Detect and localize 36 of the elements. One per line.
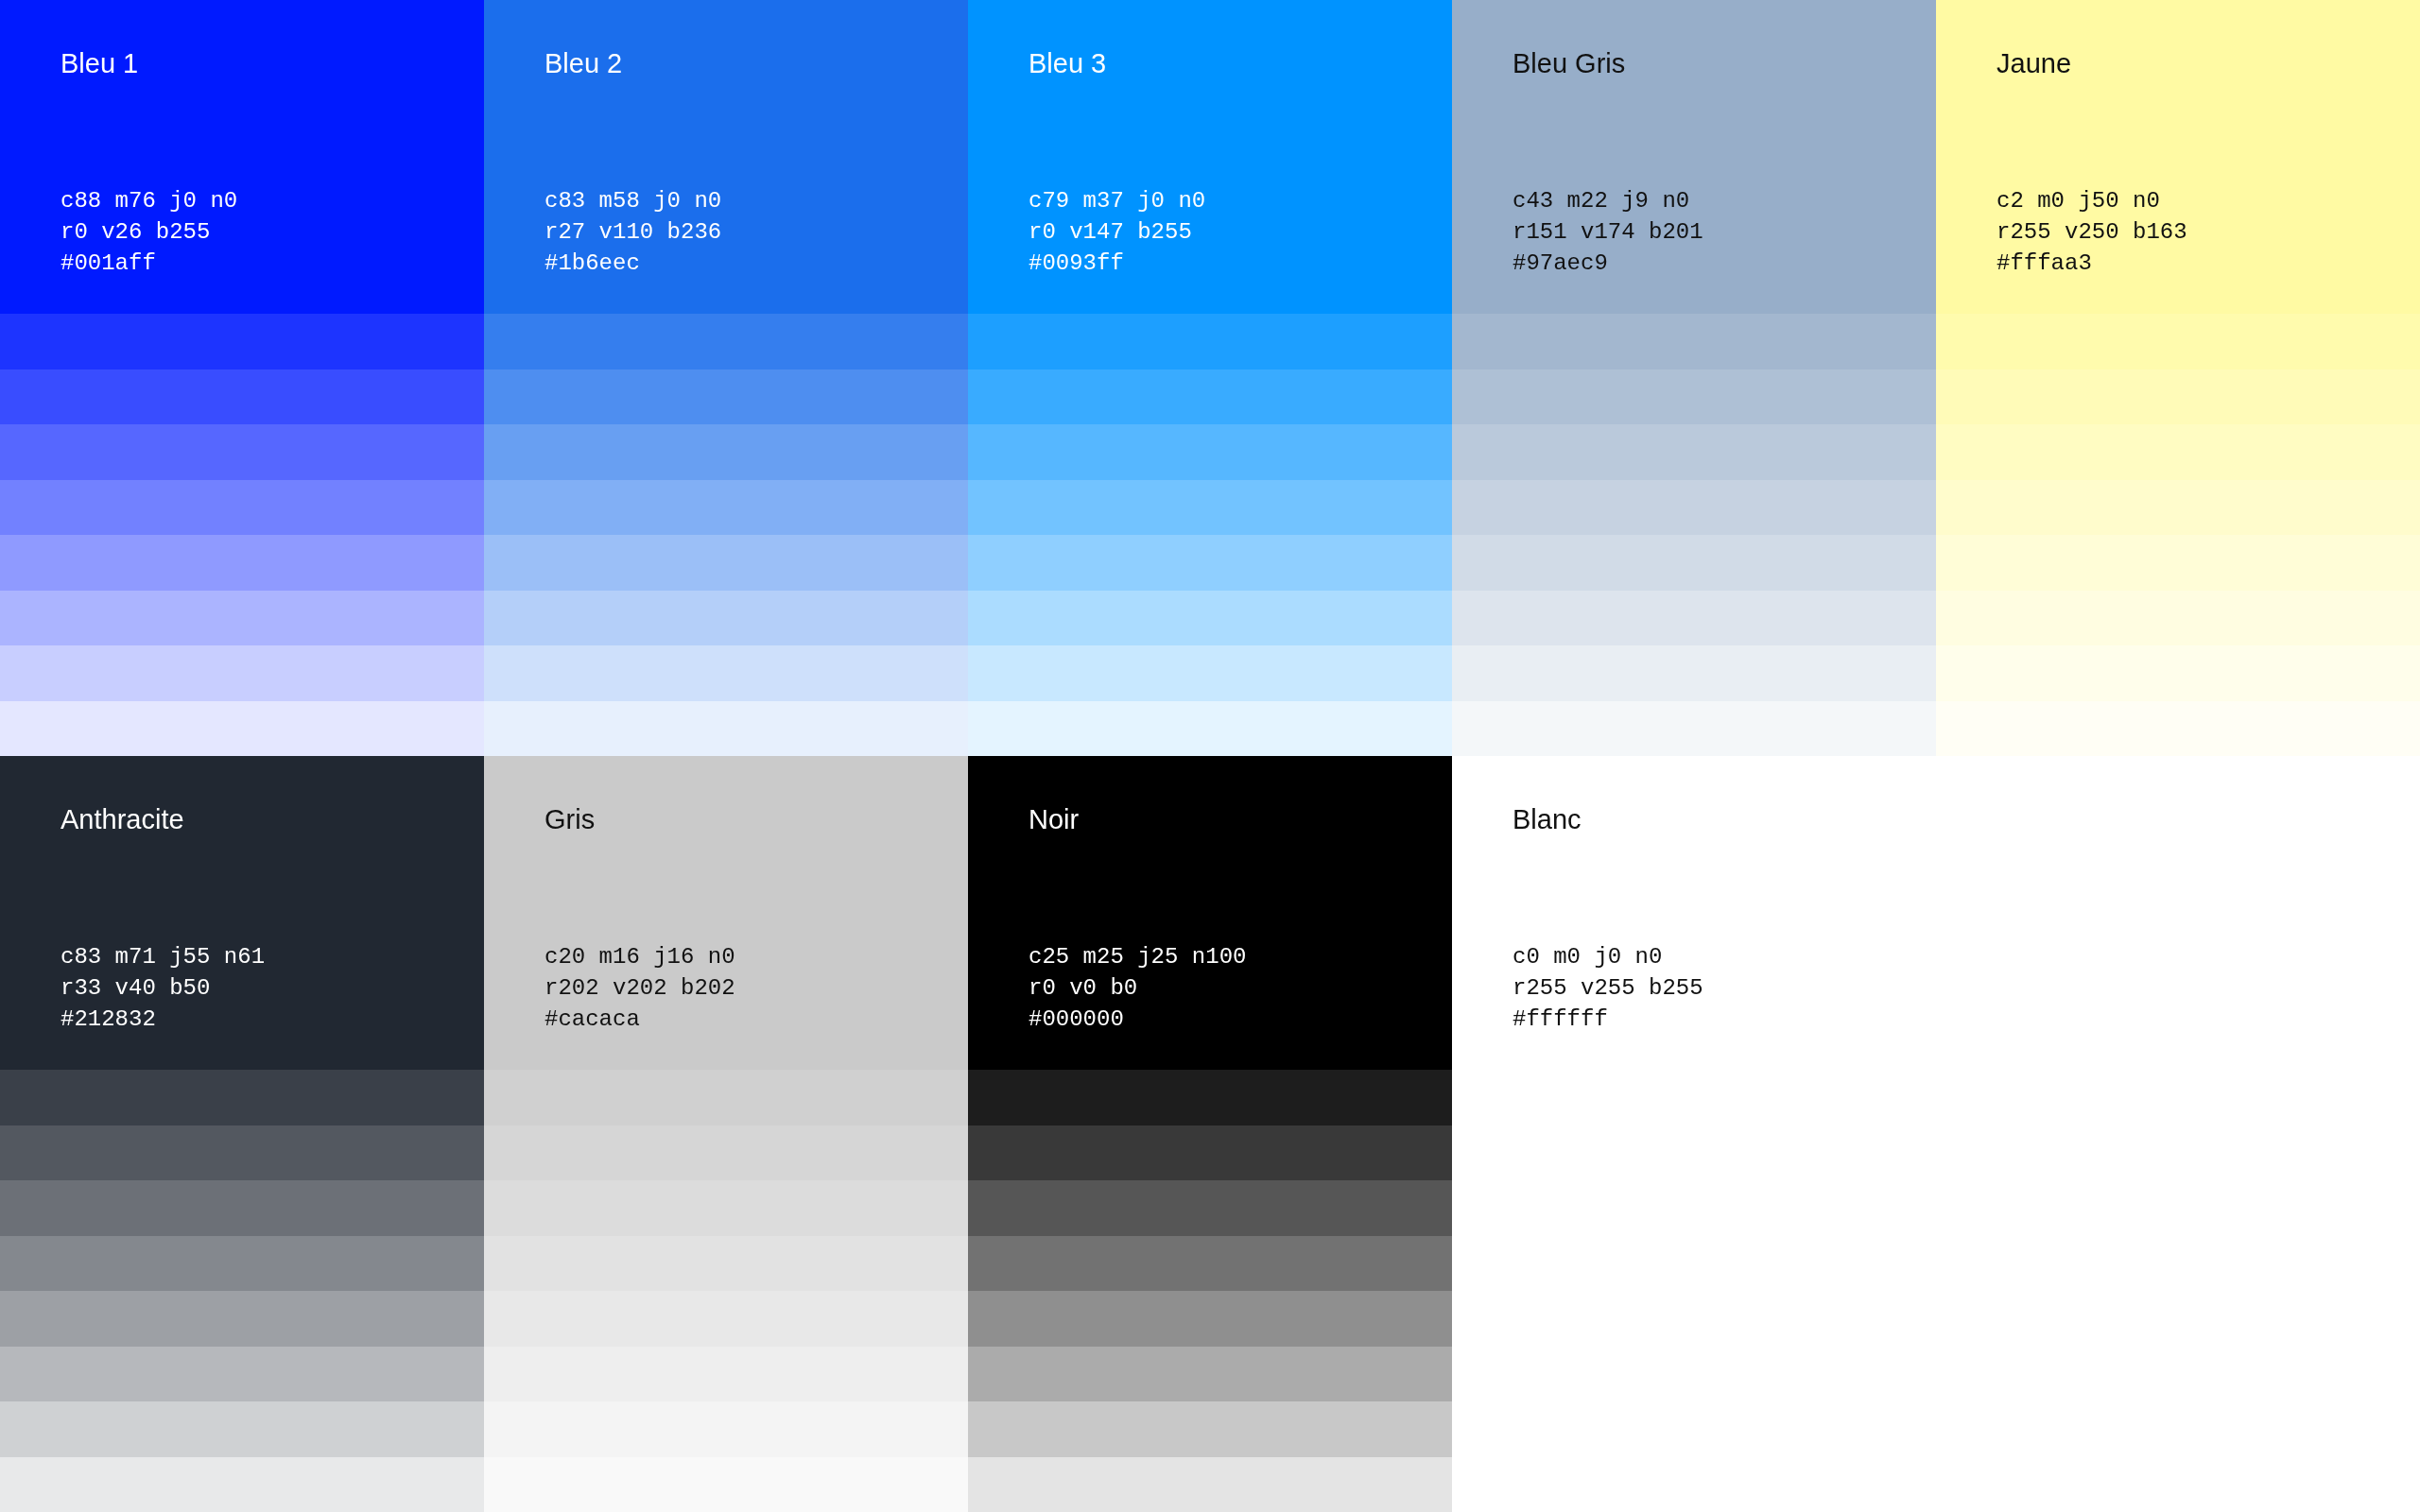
rgb-values: r151 v174 b201 (1512, 218, 1704, 247)
rgb-values: r255 v250 b163 (1996, 218, 2188, 247)
swatch-name: Bleu 1 (60, 47, 140, 79)
hex-code: #001aff (60, 249, 157, 278)
swatch-name: Noir (1028, 803, 1080, 835)
cmyk-values: c2 m0 j50 n0 (1996, 187, 2161, 215)
cmyk-values: c20 m16 j16 n0 (544, 943, 736, 971)
hex-code: #0093ff (1028, 249, 1125, 278)
hex-code: #212832 (60, 1005, 157, 1034)
rgb-values: r255 v255 b255 (1512, 974, 1704, 1003)
cmyk-values: c0 m0 j0 n0 (1512, 943, 1664, 971)
swatch-name: Anthracite (60, 803, 185, 835)
cmyk-values: c83 m58 j0 n0 (544, 187, 723, 215)
swatch-name: Blanc (1512, 803, 1582, 835)
swatch-name: Bleu Gris (1512, 47, 1627, 79)
hex-code: #97aec9 (1512, 249, 1609, 278)
swatch-name: Bleu 2 (544, 47, 624, 79)
cmyk-values: c79 m37 j0 n0 (1028, 187, 1207, 215)
rgb-values: r27 v110 b236 (544, 218, 723, 247)
hex-code: #ffffff (1512, 1005, 1609, 1034)
swatch-name: Jaune (1996, 47, 2072, 79)
cmyk-values: c83 m71 j55 n61 (60, 943, 267, 971)
cmyk-values: c25 m25 j25 n100 (1028, 943, 1248, 971)
cmyk-values: c88 m76 j0 n0 (60, 187, 239, 215)
rgb-values: r202 v202 b202 (544, 974, 736, 1003)
rgb-values: r33 v40 b50 (60, 974, 212, 1003)
hex-code: #fffaa3 (1996, 249, 2093, 278)
swatch-name: Bleu 3 (1028, 47, 1108, 79)
swatch-name: Gris (544, 803, 596, 835)
rgb-values: r0 v0 b0 (1028, 974, 1139, 1003)
hex-code: #1b6eec (544, 249, 641, 278)
hex-code: #cacaca (544, 1005, 641, 1034)
cmyk-values: c43 m22 j9 n0 (1512, 187, 1691, 215)
rgb-values: r0 v147 b255 (1028, 218, 1193, 247)
rgb-values: r0 v26 b255 (60, 218, 212, 247)
hex-code: #000000 (1028, 1005, 1125, 1034)
